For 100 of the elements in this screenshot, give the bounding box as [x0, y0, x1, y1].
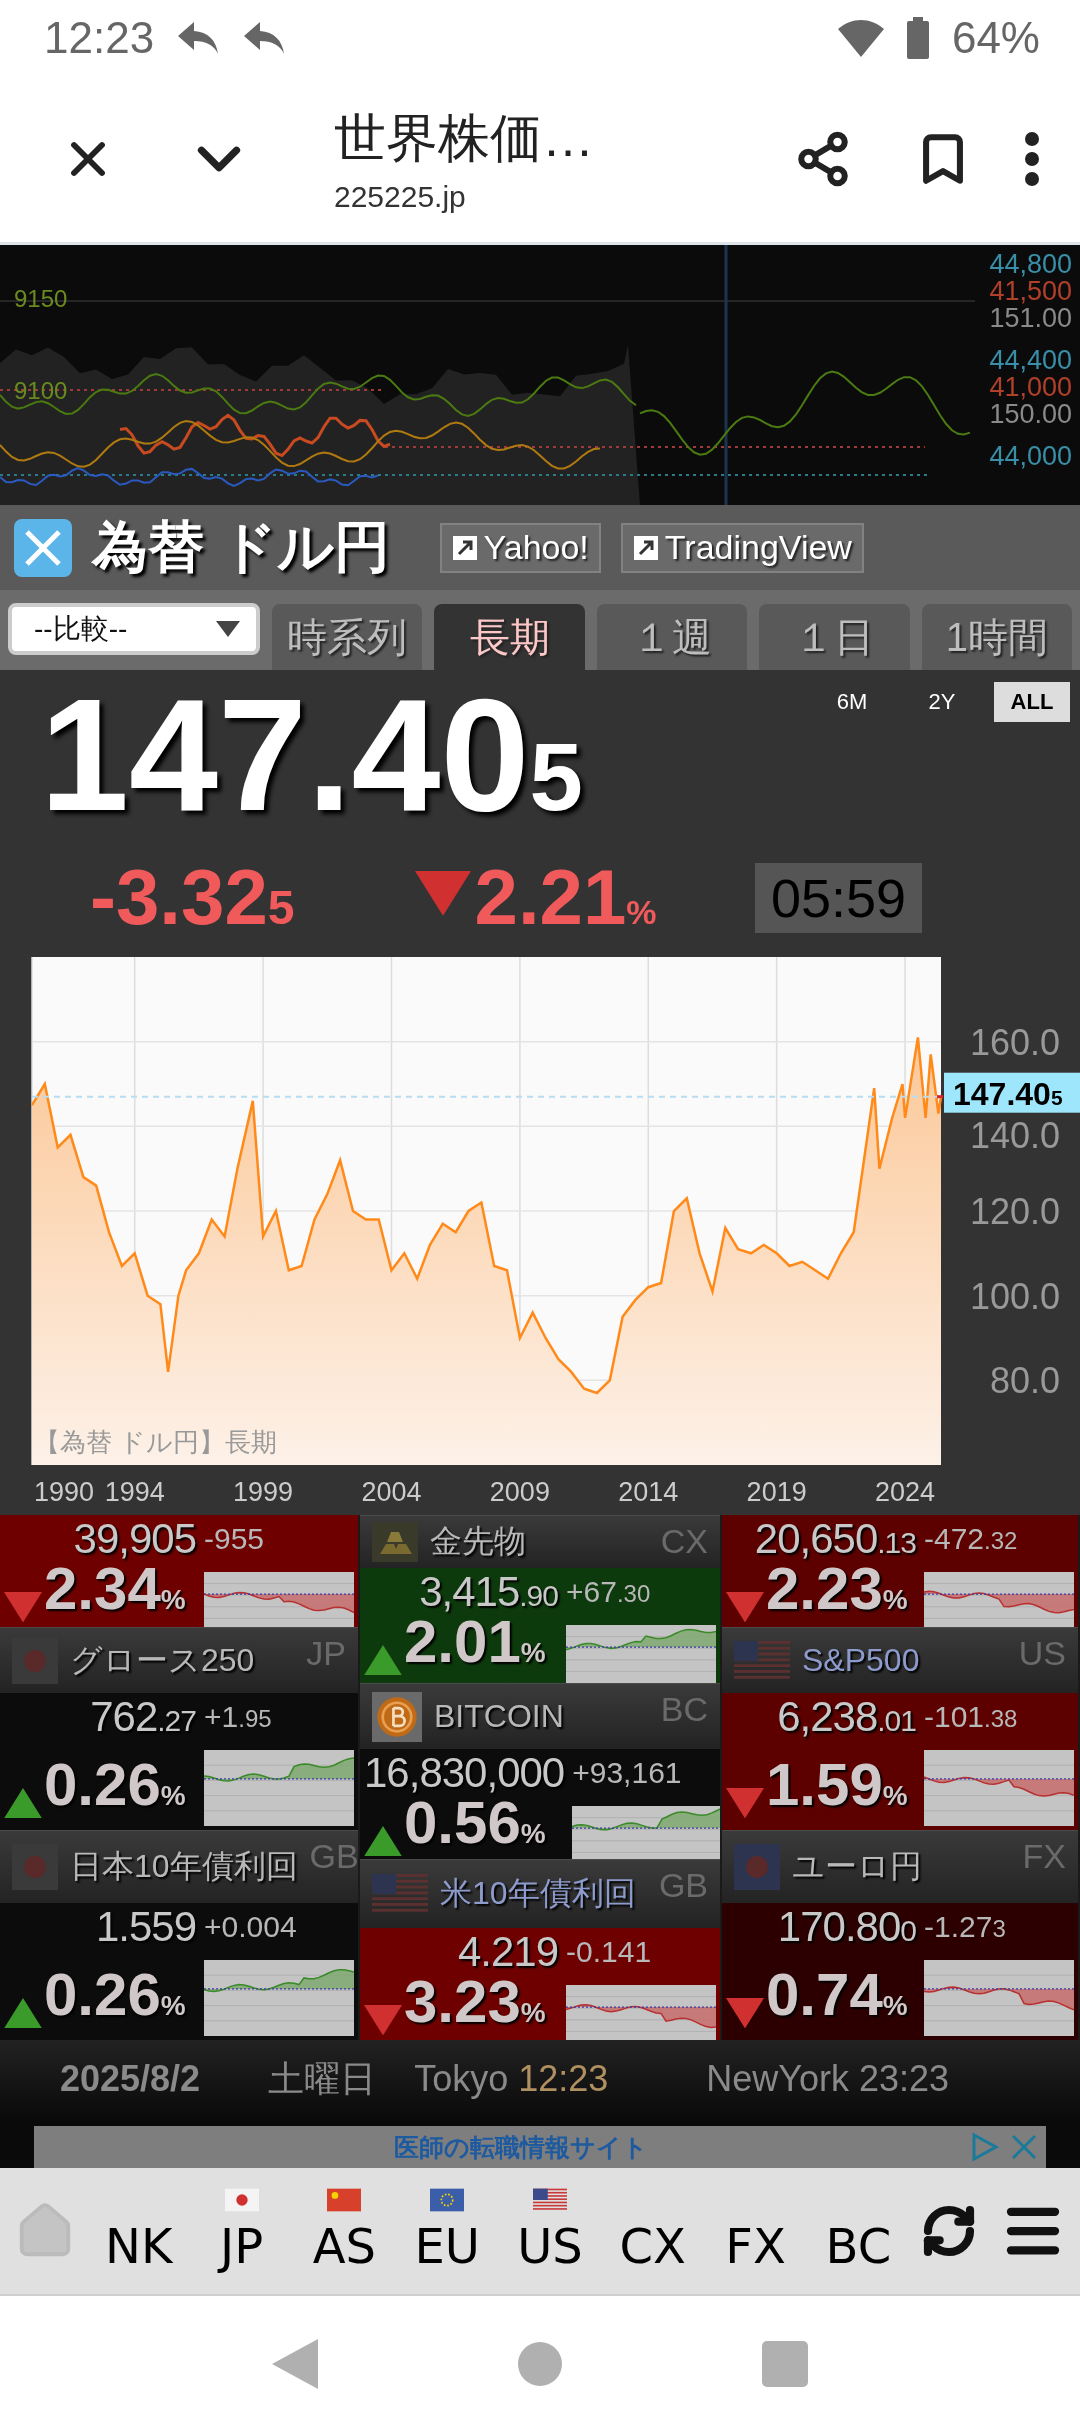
axis-label: 44,000	[989, 441, 1072, 471]
flag-icon	[734, 1640, 790, 1681]
tile-body[interactable]: 3,415.90 +67.30 2.01%	[360, 1568, 720, 1683]
current-price: 147.405	[39, 670, 584, 840]
tile-name: グロース250	[70, 1640, 255, 1680]
compare-select[interactable]: --比較--	[8, 603, 260, 655]
more-options-button[interactable]	[1024, 130, 1040, 187]
percent-change: 2.21%	[474, 852, 657, 943]
x-axis-label: 2009	[489, 1477, 550, 1507]
flag-icon	[533, 2188, 567, 2212]
tile-header[interactable]: 米10年債利回 GB	[360, 1859, 720, 1928]
cross-icon	[23, 527, 63, 568]
axis-label: 44,400	[989, 345, 1072, 375]
tile-header[interactable]: ユーロ円 FX	[722, 1830, 1078, 1903]
x-axis-label: 2019	[746, 1477, 807, 1507]
tile-header[interactable]: グロース250 JP	[0, 1627, 358, 1693]
page-title: 世界株価…	[334, 107, 594, 169]
tile-body[interactable]: 6,238.01 -101.38 1.59%	[722, 1693, 1078, 1830]
tile-header[interactable]: 日本10年債利回 GB	[0, 1830, 358, 1903]
tile-body[interactable]: 4.219 -0.141 3.23%	[360, 1928, 720, 2040]
tile-name: ユーロ円	[792, 1847, 922, 1886]
ad-text: 医師の転職情報サイト	[394, 2131, 648, 2163]
tile-value: 20,650.13	[753, 1515, 916, 1559]
city-time: NewYork 23:23	[706, 2058, 950, 2100]
flag-icon	[224, 2188, 259, 2212]
external-link-icon	[632, 534, 659, 561]
tile-value: 6,238.01	[776, 1693, 916, 1737]
tile-header[interactable]: S&P500 US	[722, 1627, 1078, 1693]
market-nav-item[interactable]: EU	[407, 2188, 488, 2274]
tile-body[interactable]: 39,905 -955 2.34%	[0, 1515, 358, 1627]
tile-percent: 1.59%	[766, 1755, 908, 1820]
x-axis-label: 1990	[34, 1477, 95, 1507]
update-time: 05:59	[755, 862, 923, 933]
tile-body[interactable]: 170.800 -1.273 0.74%	[722, 1903, 1078, 2040]
tile-name: BITCOIN	[434, 1698, 564, 1735]
tile-name: S&P500	[802, 1642, 920, 1679]
x-axis-label: 2024	[875, 1477, 936, 1507]
panel-title: 為替 ドル円	[92, 513, 390, 580]
caret-icon	[216, 621, 240, 637]
tile-header[interactable]: BITCOIN BC	[360, 1683, 720, 1749]
tile-body[interactable]: 1.559 +0.004 0.26%	[0, 1903, 358, 2040]
range-button[interactable]: 2Y	[904, 682, 980, 722]
tile-value: 762.27	[89, 1693, 196, 1737]
market-nav-item[interactable]: BC	[818, 2188, 899, 2274]
tile-change: -101.38	[924, 1699, 1019, 1735]
market-nav-item[interactable]: FX	[715, 2188, 796, 2274]
axis-label: 151.00	[989, 303, 1072, 333]
tile-name: 金先物	[430, 1522, 526, 1561]
period-tab[interactable]: 時系列	[272, 604, 423, 670]
price-marker	[937, 1095, 943, 1099]
tile-value: 39,905	[72, 1515, 196, 1559]
tile-value: 3,415.90	[418, 1568, 558, 1612]
axis-label: 44,800	[989, 249, 1072, 279]
tile-percent: 3.23%	[404, 1972, 546, 2037]
tile-header[interactable]: 金先物 CX	[360, 1515, 720, 1568]
market-nav-item[interactable]: CX	[612, 2188, 693, 2274]
tile-change: -0.141	[566, 1934, 653, 1970]
market-nav-item[interactable]: AS	[304, 2188, 385, 2274]
range-button[interactable]: 6M	[814, 682, 890, 722]
market-nav-item[interactable]: US	[510, 2188, 590, 2274]
flag-icon	[327, 2188, 362, 2212]
tile-body[interactable]: 16,830,000 +93,161 0.56%	[360, 1749, 720, 1859]
x-logo-icon[interactable]	[14, 518, 72, 577]
x-axis-label: 1999	[233, 1477, 294, 1507]
ingots-icon	[372, 1522, 418, 1562]
battery-icon	[905, 16, 930, 59]
external-link-button[interactable]: Yahoo!	[439, 522, 601, 573]
market-code: FX	[1022, 1837, 1066, 1876]
y-axis-label: 160.0	[969, 1021, 1060, 1063]
tile-body[interactable]: 762.27 +1.95 0.26%	[0, 1693, 358, 1830]
tile-percent: 0.26%	[44, 1965, 186, 2030]
period-tab[interactable]: 1時間	[921, 604, 1073, 670]
market-code: BC	[660, 1690, 708, 1729]
market-nav-item[interactable]: JP	[201, 2188, 282, 2274]
tile-percent: 2.01%	[404, 1612, 546, 1677]
market-code: CX	[660, 1522, 708, 1561]
external-link-button[interactable]: TradingView	[620, 522, 864, 573]
weekday: 土曜日	[268, 2056, 377, 2101]
tile-change: -472.32	[924, 1521, 1019, 1557]
y-axis-label: 140.0	[969, 1115, 1060, 1157]
tile-value: 170.800	[776, 1903, 916, 1947]
tile-change: +93,161	[572, 1755, 683, 1791]
tile-name: 日本10年債利回	[70, 1847, 298, 1886]
city-time: Tokyo 12:23	[414, 2058, 609, 2100]
x-axis-label: 2014	[618, 1477, 679, 1507]
tile-percent: 2.23%	[766, 1559, 908, 1624]
period-tab[interactable]: 長期	[434, 604, 585, 670]
tile-body[interactable]: 20,650.13 -472.32 2.23%	[722, 1515, 1078, 1627]
x-axis-label: 2004	[361, 1477, 422, 1507]
y-axis-label: 80.0	[989, 1360, 1060, 1402]
external-link-icon	[451, 534, 478, 561]
tile-percent: 0.26%	[44, 1755, 186, 1820]
period-tab[interactable]: １週	[596, 604, 748, 670]
axis-label: 41,000	[989, 372, 1072, 402]
tile-change: +0.004	[204, 1909, 298, 1945]
axis-label: 9150	[14, 285, 68, 312]
bitcoin-icon	[372, 1691, 422, 1742]
market-nav-item[interactable]: NK	[98, 2188, 179, 2274]
period-tab[interactable]: １日	[759, 604, 910, 670]
range-button[interactable]: ALL	[994, 682, 1070, 722]
